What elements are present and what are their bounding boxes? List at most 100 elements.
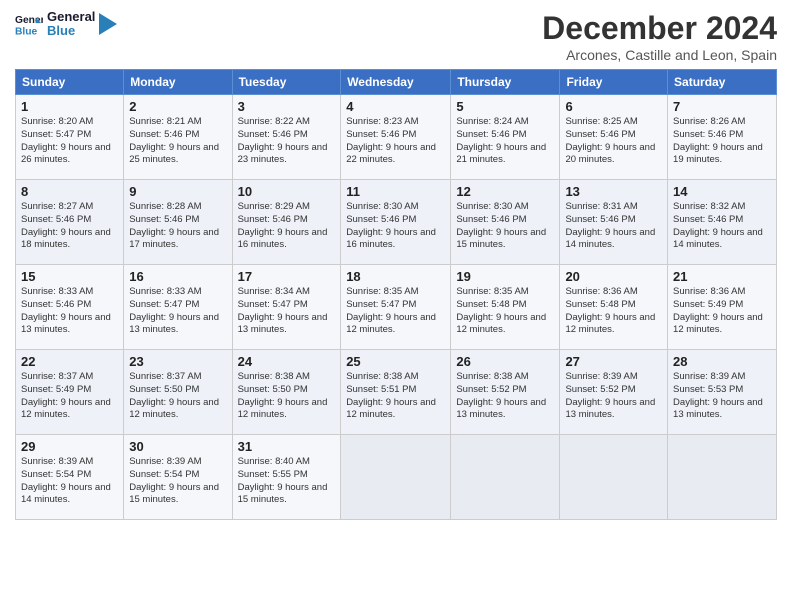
- day-info: Sunrise: 8:36 AMSunset: 5:49 PMDaylight:…: [673, 286, 763, 335]
- day-info: Sunrise: 8:36 AMSunset: 5:48 PMDaylight:…: [565, 286, 655, 335]
- day-info: Sunrise: 8:23 AMSunset: 5:46 PMDaylight:…: [346, 116, 436, 165]
- svg-text:General: General: [15, 15, 43, 26]
- calendar-cell: [341, 435, 451, 520]
- day-info: Sunrise: 8:39 AMSunset: 5:53 PMDaylight:…: [673, 371, 763, 420]
- calendar-cell: 7 Sunrise: 8:26 AMSunset: 5:46 PMDayligh…: [668, 95, 777, 180]
- day-info: Sunrise: 8:28 AMSunset: 5:46 PMDaylight:…: [129, 201, 219, 250]
- calendar-cell: 4 Sunrise: 8:23 AMSunset: 5:46 PMDayligh…: [341, 95, 451, 180]
- calendar-cell: 11 Sunrise: 8:30 AMSunset: 5:46 PMDaylig…: [341, 180, 451, 265]
- calendar-cell: 25 Sunrise: 8:38 AMSunset: 5:51 PMDaylig…: [341, 350, 451, 435]
- day-number: 31: [238, 439, 336, 454]
- day-info: Sunrise: 8:20 AMSunset: 5:47 PMDaylight:…: [21, 116, 111, 165]
- day-number: 30: [129, 439, 226, 454]
- calendar-cell: 18 Sunrise: 8:35 AMSunset: 5:47 PMDaylig…: [341, 265, 451, 350]
- day-number: 20: [565, 269, 662, 284]
- day-number: 8: [21, 184, 118, 199]
- calendar-week-5: 29 Sunrise: 8:39 AMSunset: 5:54 PMDaylig…: [16, 435, 777, 520]
- calendar-cell: 15 Sunrise: 8:33 AMSunset: 5:46 PMDaylig…: [16, 265, 124, 350]
- day-info: Sunrise: 8:33 AMSunset: 5:46 PMDaylight:…: [21, 286, 111, 335]
- logo-blue: Blue: [47, 24, 95, 38]
- calendar-cell: 16 Sunrise: 8:33 AMSunset: 5:47 PMDaylig…: [124, 265, 232, 350]
- day-number: 1: [21, 99, 118, 114]
- day-number: 10: [238, 184, 336, 199]
- day-info: Sunrise: 8:31 AMSunset: 5:46 PMDaylight:…: [565, 201, 655, 250]
- day-number: 23: [129, 354, 226, 369]
- calendar-cell: 3 Sunrise: 8:22 AMSunset: 5:46 PMDayligh…: [232, 95, 341, 180]
- calendar-week-4: 22 Sunrise: 8:37 AMSunset: 5:49 PMDaylig…: [16, 350, 777, 435]
- calendar-page: General Blue General Blue December 2024 …: [0, 0, 792, 612]
- day-number: 4: [346, 99, 445, 114]
- calendar-cell: 6 Sunrise: 8:25 AMSunset: 5:46 PMDayligh…: [560, 95, 668, 180]
- calendar-cell: 28 Sunrise: 8:39 AMSunset: 5:53 PMDaylig…: [668, 350, 777, 435]
- day-number: 3: [238, 99, 336, 114]
- day-number: 2: [129, 99, 226, 114]
- day-info: Sunrise: 8:33 AMSunset: 5:47 PMDaylight:…: [129, 286, 219, 335]
- day-info: Sunrise: 8:39 AMSunset: 5:54 PMDaylight:…: [21, 456, 111, 505]
- day-info: Sunrise: 8:25 AMSunset: 5:46 PMDaylight:…: [565, 116, 655, 165]
- header-saturday: Saturday: [668, 70, 777, 95]
- calendar-cell: 5 Sunrise: 8:24 AMSunset: 5:46 PMDayligh…: [451, 95, 560, 180]
- day-number: 13: [565, 184, 662, 199]
- day-number: 6: [565, 99, 662, 114]
- day-info: Sunrise: 8:21 AMSunset: 5:46 PMDaylight:…: [129, 116, 219, 165]
- calendar-cell: 23 Sunrise: 8:37 AMSunset: 5:50 PMDaylig…: [124, 350, 232, 435]
- day-info: Sunrise: 8:35 AMSunset: 5:48 PMDaylight:…: [456, 286, 546, 335]
- calendar-cell: 13 Sunrise: 8:31 AMSunset: 5:46 PMDaylig…: [560, 180, 668, 265]
- calendar-cell: [451, 435, 560, 520]
- calendar-cell: 17 Sunrise: 8:34 AMSunset: 5:47 PMDaylig…: [232, 265, 341, 350]
- day-number: 22: [21, 354, 118, 369]
- header-thursday: Thursday: [451, 70, 560, 95]
- day-info: Sunrise: 8:39 AMSunset: 5:52 PMDaylight:…: [565, 371, 655, 420]
- day-info: Sunrise: 8:34 AMSunset: 5:47 PMDaylight:…: [238, 286, 328, 335]
- calendar-cell: 1 Sunrise: 8:20 AMSunset: 5:47 PMDayligh…: [16, 95, 124, 180]
- header-friday: Friday: [560, 70, 668, 95]
- day-number: 14: [673, 184, 771, 199]
- logo-icon: General Blue: [15, 10, 43, 38]
- day-info: Sunrise: 8:37 AMSunset: 5:50 PMDaylight:…: [129, 371, 219, 420]
- day-info: Sunrise: 8:32 AMSunset: 5:46 PMDaylight:…: [673, 201, 763, 250]
- day-number: 9: [129, 184, 226, 199]
- calendar-cell: 26 Sunrise: 8:38 AMSunset: 5:52 PMDaylig…: [451, 350, 560, 435]
- calendar-week-3: 15 Sunrise: 8:33 AMSunset: 5:46 PMDaylig…: [16, 265, 777, 350]
- title-section: December 2024 Arcones, Castille and Leon…: [542, 10, 777, 63]
- day-number: 24: [238, 354, 336, 369]
- calendar-cell: [668, 435, 777, 520]
- day-number: 26: [456, 354, 554, 369]
- day-info: Sunrise: 8:35 AMSunset: 5:47 PMDaylight:…: [346, 286, 436, 335]
- day-info: Sunrise: 8:38 AMSunset: 5:52 PMDaylight:…: [456, 371, 546, 420]
- day-number: 15: [21, 269, 118, 284]
- page-subtitle: Arcones, Castille and Leon, Spain: [542, 47, 777, 63]
- logo-arrow-icon: [99, 13, 117, 35]
- day-number: 19: [456, 269, 554, 284]
- day-number: 16: [129, 269, 226, 284]
- calendar-table: Sunday Monday Tuesday Wednesday Thursday…: [15, 69, 777, 520]
- day-number: 21: [673, 269, 771, 284]
- day-info: Sunrise: 8:38 AMSunset: 5:50 PMDaylight:…: [238, 371, 328, 420]
- calendar-cell: 14 Sunrise: 8:32 AMSunset: 5:46 PMDaylig…: [668, 180, 777, 265]
- day-number: 25: [346, 354, 445, 369]
- header-monday: Monday: [124, 70, 232, 95]
- day-number: 11: [346, 184, 445, 199]
- calendar-cell: 24 Sunrise: 8:38 AMSunset: 5:50 PMDaylig…: [232, 350, 341, 435]
- day-number: 17: [238, 269, 336, 284]
- calendar-cell: [560, 435, 668, 520]
- calendar-cell: 27 Sunrise: 8:39 AMSunset: 5:52 PMDaylig…: [560, 350, 668, 435]
- header-sunday: Sunday: [16, 70, 124, 95]
- calendar-cell: 2 Sunrise: 8:21 AMSunset: 5:46 PMDayligh…: [124, 95, 232, 180]
- header-tuesday: Tuesday: [232, 70, 341, 95]
- day-number: 27: [565, 354, 662, 369]
- calendar-cell: 22 Sunrise: 8:37 AMSunset: 5:49 PMDaylig…: [16, 350, 124, 435]
- day-info: Sunrise: 8:38 AMSunset: 5:51 PMDaylight:…: [346, 371, 436, 420]
- calendar-cell: 8 Sunrise: 8:27 AMSunset: 5:46 PMDayligh…: [16, 180, 124, 265]
- calendar-cell: 10 Sunrise: 8:29 AMSunset: 5:46 PMDaylig…: [232, 180, 341, 265]
- svg-text:Blue: Blue: [15, 27, 38, 38]
- day-info: Sunrise: 8:29 AMSunset: 5:46 PMDaylight:…: [238, 201, 328, 250]
- day-info: Sunrise: 8:37 AMSunset: 5:49 PMDaylight:…: [21, 371, 111, 420]
- day-info: Sunrise: 8:22 AMSunset: 5:46 PMDaylight:…: [238, 116, 328, 165]
- day-number: 28: [673, 354, 771, 369]
- logo: General Blue General Blue: [15, 10, 117, 39]
- day-info: Sunrise: 8:24 AMSunset: 5:46 PMDaylight:…: [456, 116, 546, 165]
- header: General Blue General Blue December 2024 …: [15, 10, 777, 63]
- day-info: Sunrise: 8:30 AMSunset: 5:46 PMDaylight:…: [456, 201, 546, 250]
- day-info: Sunrise: 8:27 AMSunset: 5:46 PMDaylight:…: [21, 201, 111, 250]
